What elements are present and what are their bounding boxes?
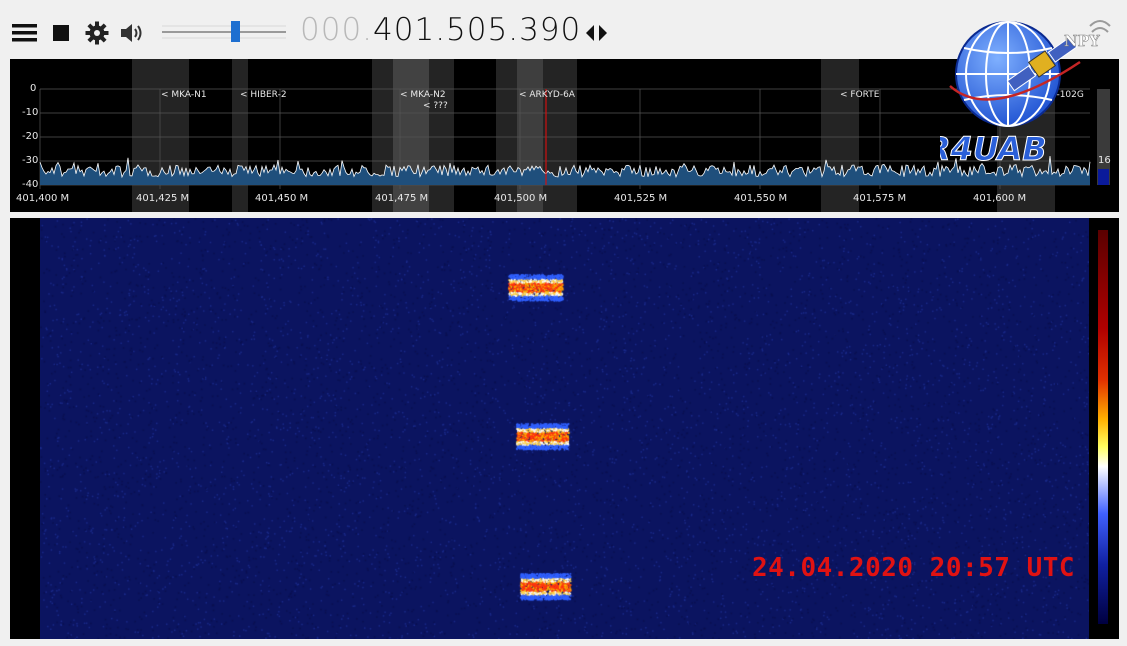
- satellite-band-highlights: [132, 59, 1055, 212]
- volume-slider[interactable]: [160, 18, 288, 48]
- frequency-display[interactable]: 000.401.505.390: [300, 12, 581, 48]
- speaker-icon[interactable]: [118, 18, 148, 48]
- frequency-leading-digits: 000.: [300, 12, 374, 48]
- menu-icon[interactable]: [12, 18, 38, 48]
- logo-callsign: R4UAB: [940, 130, 1047, 168]
- arrow-right-icon: [599, 25, 607, 41]
- satellite-label[interactable]: < MKA-N1: [161, 90, 207, 100]
- x-tick: 401,450 M: [255, 193, 309, 204]
- tune-arrows[interactable]: [584, 22, 610, 49]
- y-tick: -40: [22, 179, 39, 190]
- satellite-label[interactable]: < FORTE: [840, 90, 879, 100]
- x-tick: 401,475 M: [375, 193, 429, 204]
- globe-icon: [955, 21, 1061, 127]
- x-tick: 401,575 M: [853, 193, 907, 204]
- satellite-label[interactable]: < MKA-N2: [400, 90, 446, 100]
- x-tick: 401,550 M: [734, 193, 788, 204]
- x-tick: 401,600 M: [973, 193, 1027, 204]
- x-tick: 401,500 M: [494, 193, 548, 204]
- timestamp: 24.04.2020 20:57 UTC: [752, 553, 1076, 583]
- r4uab-logo: NPY R4UAB: [926, 12, 1120, 172]
- gear-icon[interactable]: [84, 18, 110, 48]
- stop-icon[interactable]: [52, 18, 70, 48]
- logo-mark-text: NPY: [1064, 32, 1100, 50]
- satellite-label[interactable]: < ???: [423, 101, 448, 111]
- radio-waves-icon: [1089, 20, 1111, 33]
- satellite-label[interactable]: < HIBER-2: [240, 90, 287, 100]
- y-tick: -30: [22, 155, 39, 166]
- satellite-label[interactable]: < ARKYD-6A: [519, 90, 575, 100]
- arrow-left-icon: [586, 25, 594, 41]
- frequency-digits: 401.505.390: [373, 12, 582, 48]
- y-tick: 0: [30, 83, 37, 94]
- y-tick: -10: [22, 107, 39, 118]
- y-tick: -20: [22, 131, 39, 142]
- x-tick: 401,425 M: [136, 193, 190, 204]
- x-tick: 401,525 M: [614, 193, 668, 204]
- colorbar: [1098, 230, 1108, 624]
- x-tick: 401,400 M: [16, 193, 70, 204]
